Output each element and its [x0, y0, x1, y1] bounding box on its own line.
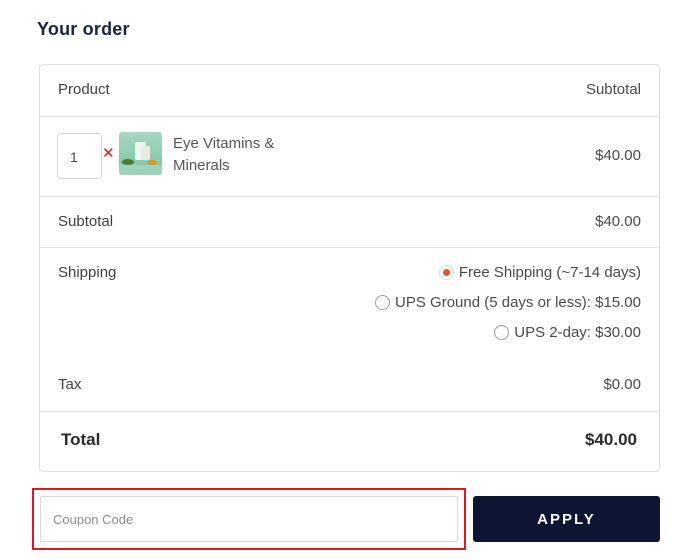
- page-title: Your order: [37, 19, 130, 39]
- subtotal-row: Subtotal $40.00: [40, 196, 659, 247]
- radio-selected-icon[interactable]: [438, 265, 454, 280]
- item-price: $40.00: [595, 147, 641, 164]
- quantity-input[interactable]: 1: [57, 133, 102, 179]
- shipping-option-label: UPS 2-day: $30.00: [514, 324, 641, 341]
- radio-icon[interactable]: [375, 295, 391, 310]
- product-name-link[interactable]: Eye Vitamins & Minerals: [173, 133, 313, 177]
- order-summary-table: Product Subtotal 1 ✕ Eye Vitamins & Mine…: [39, 64, 660, 472]
- shipping-option-free[interactable]: Free Shipping (~7-14 days): [438, 264, 641, 281]
- radio-icon[interactable]: [494, 325, 510, 340]
- cart-item-row: 1 ✕ Eye Vitamins & Minerals $40.00: [40, 65, 659, 196]
- total-value: $40.00: [585, 430, 637, 449]
- tax-label: Tax: [58, 376, 82, 393]
- shipping-label: Shipping: [58, 264, 117, 281]
- apply-coupon-button[interactable]: APPLY: [473, 496, 660, 542]
- total-label: Total: [61, 430, 101, 449]
- tax-row: Tax $0.00: [40, 357, 659, 412]
- tax-value: $0.00: [603, 376, 641, 393]
- shipping-option-label: Free Shipping (~7-14 days): [458, 264, 641, 281]
- shipping-option-ups-ground[interactable]: UPS Ground (5 days or less): $15.00: [375, 294, 641, 311]
- subtotal-label: Subtotal: [58, 213, 114, 230]
- shipping-row: Shipping Free Shipping (~7-14 days) UPS …: [40, 247, 659, 357]
- remove-item-icon[interactable]: ✕: [102, 146, 115, 162]
- total-row: Total $40.00: [40, 411, 659, 471]
- subtotal-value: $40.00: [595, 213, 641, 230]
- coupon-code-input[interactable]: [40, 496, 458, 542]
- shipping-option-ups-2day[interactable]: UPS 2-day: $30.00: [494, 324, 641, 341]
- product-thumbnail[interactable]: [119, 132, 162, 175]
- shipping-option-label: UPS Ground (5 days or less): $15.00: [395, 294, 641, 311]
